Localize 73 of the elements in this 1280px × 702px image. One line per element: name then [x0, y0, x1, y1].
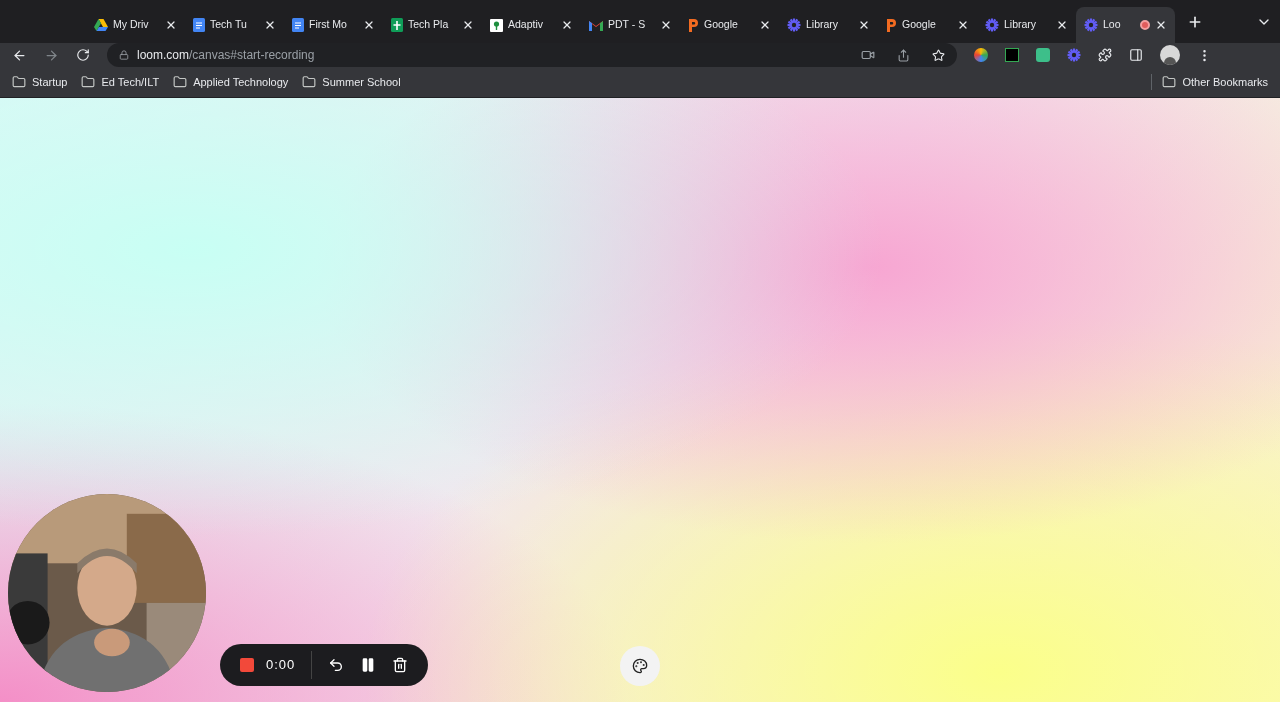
p-logo-icon — [886, 18, 897, 32]
browser-tab[interactable]: Tech Pla — [383, 7, 482, 43]
tab-title: Library — [1004, 17, 1037, 33]
tab-title: Adaptiv — [508, 17, 544, 33]
tab-title: Tech Tu — [210, 17, 247, 33]
tab-title: My Driv — [113, 17, 149, 33]
mail-icon — [589, 19, 603, 31]
browser-tab[interactable]: PDT - S — [581, 7, 680, 43]
tab-title: Loo — [1103, 17, 1121, 33]
reload-icon[interactable] — [76, 48, 90, 62]
tab-title: Google — [704, 17, 738, 33]
starburst-icon — [1067, 48, 1081, 62]
p-logo-icon — [688, 18, 699, 32]
undo-icon[interactable] — [328, 657, 345, 673]
tab-title: Tech Pla — [408, 17, 449, 33]
folder-icon — [12, 75, 26, 89]
other-bookmarks-folder[interactable]: Other Bookmarks — [1151, 73, 1268, 91]
url-text: loom.com/canvas#start-recording — [137, 47, 316, 64]
browser-tab[interactable]: Library — [977, 7, 1076, 43]
browser-tab[interactable]: Library — [779, 7, 878, 43]
avatar[interactable] — [1160, 45, 1180, 65]
theme-button[interactable] — [620, 646, 660, 686]
timer: 0:00 — [266, 656, 296, 675]
browser-tab[interactable]: Google — [878, 7, 977, 43]
compass-extension-icon[interactable] — [974, 48, 988, 62]
tab-title: Google — [902, 17, 936, 33]
close-icon[interactable] — [660, 19, 672, 31]
close-icon[interactable] — [264, 19, 276, 31]
document-icon — [193, 18, 205, 32]
folder-icon — [81, 75, 96, 89]
tab-title: First Mo — [309, 17, 347, 33]
document-icon — [292, 18, 304, 32]
browser-tab[interactable]: Google — [680, 7, 779, 43]
close-icon[interactable] — [363, 19, 375, 31]
folder-icon — [302, 75, 317, 89]
bookmark-folder[interactable]: Applied Technology — [173, 73, 289, 91]
close-icon[interactable] — [759, 19, 771, 31]
extensions-icon[interactable] — [1098, 48, 1112, 62]
browser-tab[interactable]: Adaptiv — [482, 7, 581, 43]
back-icon[interactable] — [12, 47, 27, 63]
camera-icon[interactable] — [861, 48, 875, 62]
address-bar[interactable]: loom.com/canvas#start-recording — [107, 43, 957, 67]
tab-title: PDT - S — [608, 17, 646, 33]
tab-title: Library — [806, 17, 839, 33]
starburst-icon — [1084, 18, 1098, 32]
close-icon[interactable] — [462, 19, 474, 31]
trash-icon[interactable] — [392, 657, 409, 673]
side-panel-icon[interactable] — [1129, 48, 1143, 62]
bookmark-folder[interactable]: Summer School — [302, 73, 401, 91]
close-icon[interactable] — [1056, 19, 1068, 31]
close-icon[interactable] — [957, 19, 969, 31]
starburst-icon — [985, 18, 999, 32]
browser-tab[interactable]: My Driv — [86, 7, 185, 43]
folder-icon — [1162, 75, 1177, 89]
folder-icon — [173, 75, 188, 89]
palette-icon — [632, 658, 648, 674]
close-icon[interactable] — [561, 19, 573, 31]
close-icon[interactable] — [165, 19, 177, 31]
starburst-icon — [787, 18, 801, 32]
drive-icon — [94, 19, 108, 31]
share-icon[interactable] — [897, 48, 910, 62]
bookmark-star-icon[interactable] — [932, 48, 945, 62]
spreadsheet-icon — [391, 18, 403, 32]
bookmark-folder[interactable]: Startup — [12, 73, 68, 91]
close-icon[interactable] — [1155, 19, 1167, 31]
pin-icon — [490, 18, 503, 32]
lock-icon — [119, 50, 129, 60]
bookmark-folder[interactable]: Ed Tech/ILT — [81, 73, 160, 91]
close-icon[interactable] — [858, 19, 870, 31]
forward-icon[interactable] — [44, 47, 59, 63]
browser-tab[interactable]: Loo — [1076, 7, 1175, 43]
browser-tab[interactable]: Tech Tu — [185, 7, 284, 43]
browser-tab[interactable]: First Mo — [284, 7, 383, 43]
